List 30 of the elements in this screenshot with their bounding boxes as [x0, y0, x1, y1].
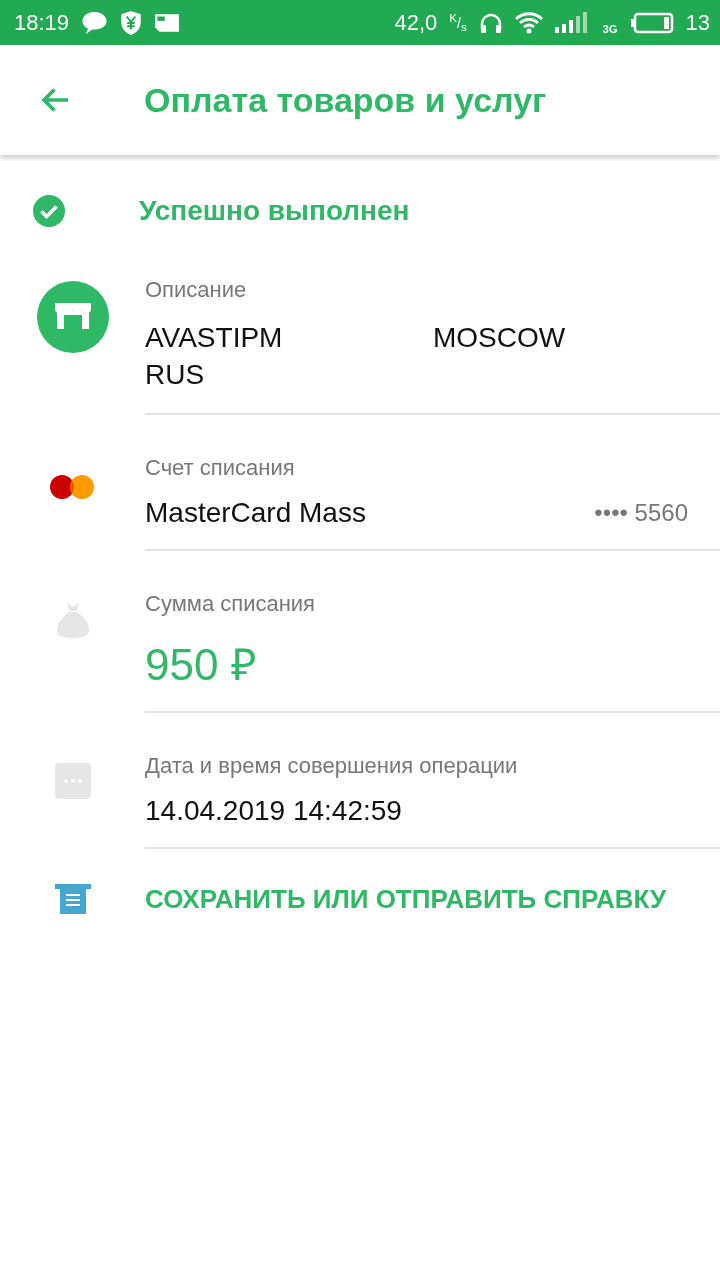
- field-label: Счет списания: [145, 455, 296, 481]
- receipt-icon: [54, 884, 91, 914]
- screen-title: Оплата товаров и услуг: [144, 80, 547, 120]
- field-label: Дата и время совершения операции: [145, 753, 519, 779]
- more-icon: [54, 763, 91, 799]
- battery-level: 13: [685, 9, 710, 36]
- shop-icon: [36, 281, 109, 353]
- merchant-text: AVASTIPM: [145, 321, 284, 355]
- date-value: 14.04.2019 14:42:59: [145, 795, 402, 826]
- battery-icon: [629, 11, 674, 34]
- network-type: 3G: [602, 23, 618, 35]
- network-speed: 42,0: [394, 9, 438, 36]
- sd-card-icon: [154, 12, 181, 33]
- field-label: Описание: [145, 277, 248, 303]
- card-name: MasterCard Mass: [145, 497, 366, 529]
- shield-icon: [120, 9, 143, 36]
- wifi-icon: [514, 11, 543, 34]
- speed-unit: $^{K}$/$_{s}$: [449, 11, 467, 34]
- card-number: •••• 5560: [594, 499, 688, 527]
- clock: 18:19: [14, 9, 70, 36]
- money-bag-icon: [55, 601, 90, 639]
- success-check-icon: [33, 195, 65, 227]
- card-logo-icon: [49, 473, 96, 501]
- chat-icon: [81, 10, 109, 35]
- status-text: Успешно выполнен: [139, 195, 410, 227]
- merchant-text: MOSCOW: [433, 321, 567, 355]
- save-receipt-button[interactable]: СОХРАНИТЬ ИЛИ ОТПРАВИТЬ СПРАВКУ: [145, 883, 667, 915]
- merchant-text: RUS: [145, 358, 206, 392]
- field-label: Сумма списания: [145, 591, 317, 617]
- amount-value: 950 ₽: [145, 640, 257, 689]
